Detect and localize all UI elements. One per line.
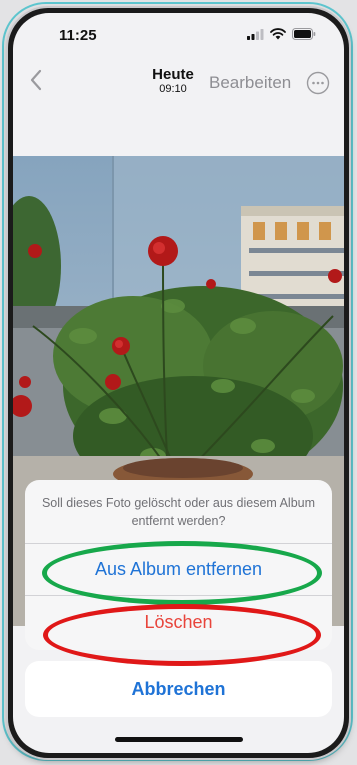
home-indicator <box>115 737 243 742</box>
back-chevron-icon <box>30 69 42 91</box>
phone-frame: 11:25 Heute 09:10 Bearbeiten Soll dieses… <box>8 8 349 758</box>
status-time: 11:25 <box>59 27 97 44</box>
action-sheet: Soll dieses Foto gelöscht oder aus diese… <box>25 480 332 650</box>
nav-title-group: Heute 09:10 <box>143 67 203 96</box>
more-button[interactable] <box>306 71 330 100</box>
nav-subtitle: 09:10 <box>159 83 187 95</box>
more-icon <box>306 71 330 95</box>
status-bar: 11:25 <box>13 13 344 55</box>
nav-bar: Heute 09:10 Bearbeiten <box>13 57 344 107</box>
cellular-icon <box>247 28 264 40</box>
nav-title: Heute <box>152 66 194 83</box>
battery-icon <box>292 28 316 40</box>
status-icons <box>247 28 316 40</box>
phone-screen: 11:25 Heute 09:10 Bearbeiten Soll dieses… <box>13 13 344 753</box>
cancel-button[interactable]: Abbrechen <box>25 661 332 717</box>
wifi-icon <box>270 28 286 40</box>
edit-button[interactable]: Bearbeiten <box>209 73 291 93</box>
action-sheet-message: Soll dieses Foto gelöscht oder aus diese… <box>25 480 332 544</box>
delete-button[interactable]: Löschen <box>25 596 332 648</box>
remove-from-album-button[interactable]: Aus Album entfernen <box>25 544 332 596</box>
back-button[interactable] <box>29 69 43 96</box>
